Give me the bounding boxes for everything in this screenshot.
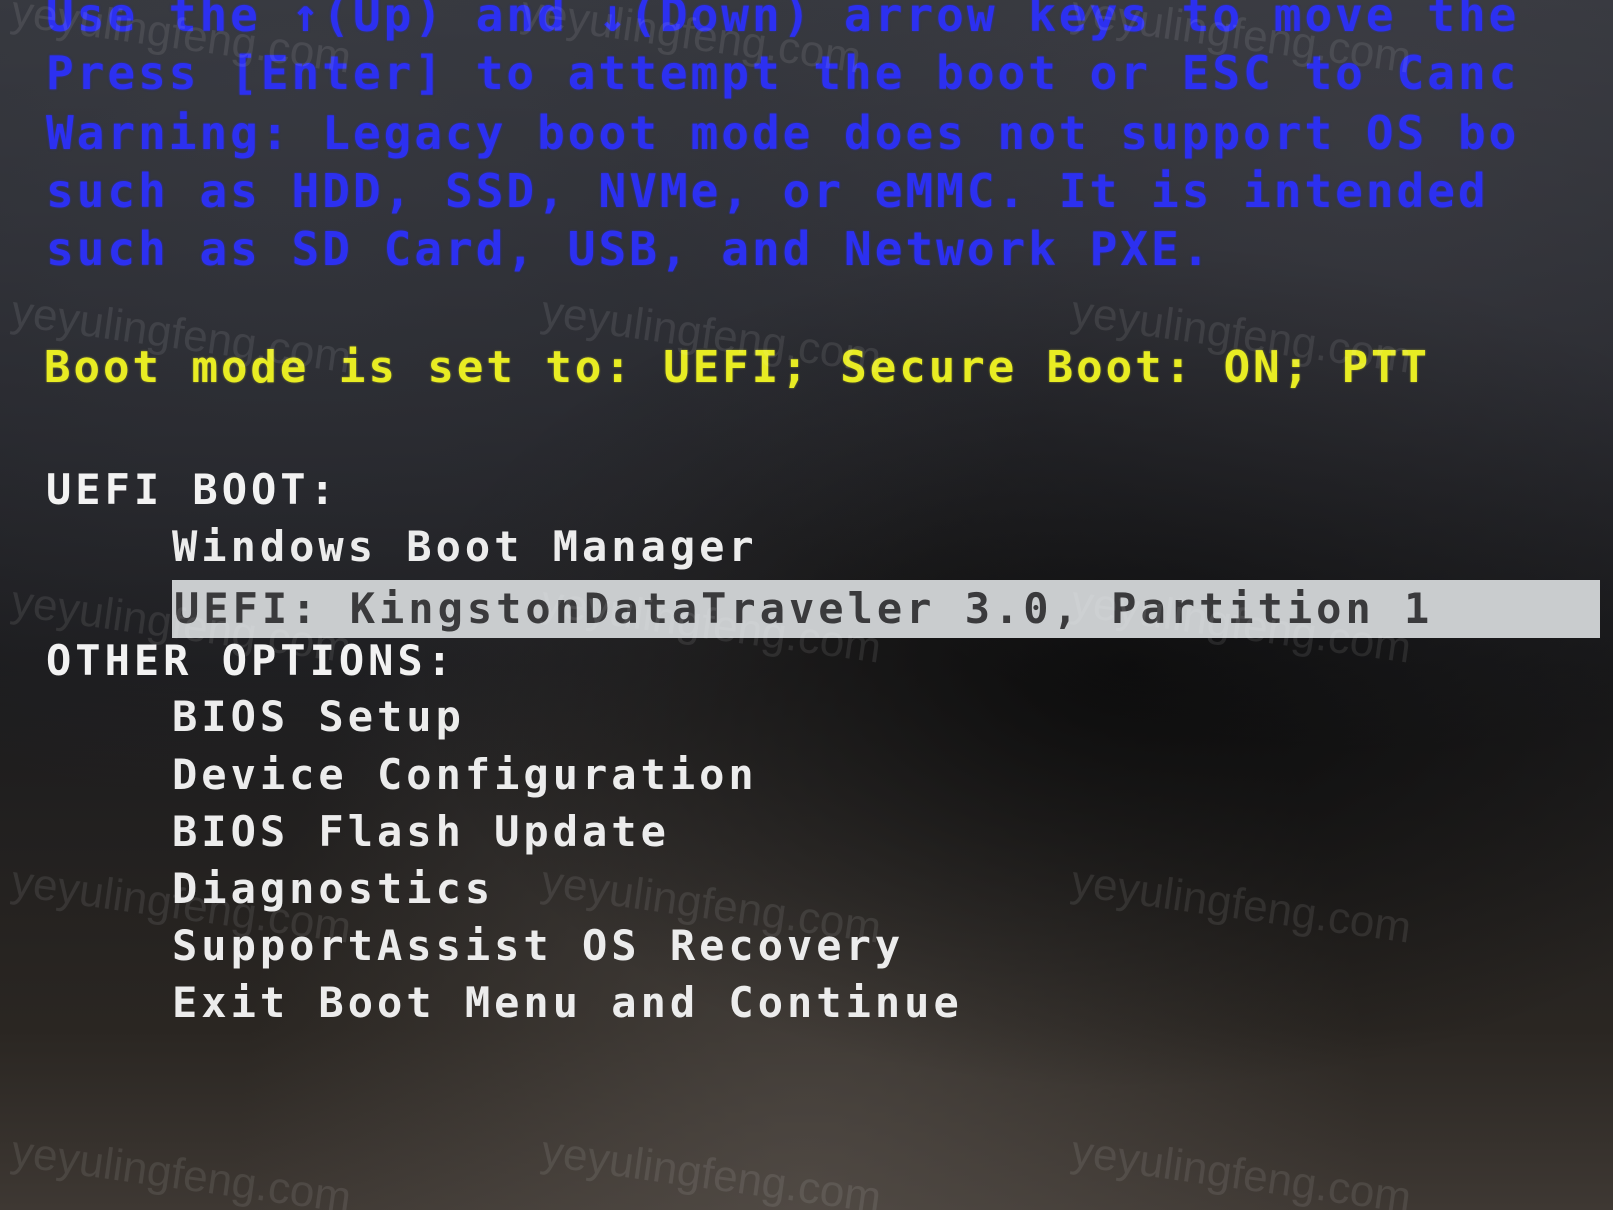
option-bios-setup[interactable]: BIOS Setup — [172, 692, 465, 741]
uefi-boot-heading: UEFI BOOT: — [46, 465, 339, 514]
boot-option-windows-boot-manager[interactable]: Windows Boot Manager — [172, 522, 758, 571]
instruction-line-4: such as HDD, SSD, NVMe, or eMMC. It is i… — [46, 164, 1489, 218]
watermark: yeyulingfeng.com — [1068, 1126, 1415, 1210]
instruction-line-3: Warning: Legacy boot mode does not suppo… — [46, 106, 1520, 160]
watermark: yeyulingfeng.com — [1068, 856, 1415, 953]
watermark: yeyulingfeng.com — [538, 1126, 885, 1210]
watermark: yeyulingfeng.com — [8, 1126, 355, 1210]
option-device-configuration[interactable]: Device Configuration — [172, 750, 758, 799]
boot-menu-screen: Use the ↑(Up) and ↓(Down) arrow keys to … — [0, 0, 1613, 1210]
option-bios-flash-update[interactable]: BIOS Flash Update — [172, 807, 670, 856]
instruction-line-5: such as SD Card, USB, and Network PXE. — [46, 222, 1213, 276]
option-exit-boot-menu[interactable]: Exit Boot Menu and Continue — [172, 978, 963, 1027]
